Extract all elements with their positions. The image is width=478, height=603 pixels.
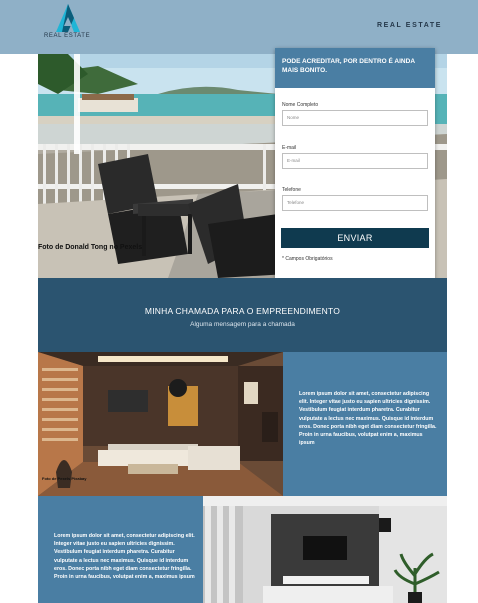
phone-input[interactable]: Telefone <box>282 195 428 211</box>
required-fields-note: * Campos Obrigatórios <box>282 256 333 262</box>
email-input[interactable]: E-mail <box>282 153 428 169</box>
name-input[interactable]: Nome <box>282 110 428 126</box>
cta-title: MINHA CHAMADA PARA O EMPREENDIMENTO <box>144 306 341 316</box>
tv-room-photo <box>203 496 447 603</box>
header-brand[interactable]: REAL ESTATE <box>377 22 442 29</box>
submit-button[interactable]: ENVIAR <box>281 228 429 248</box>
email-label: E-mail <box>282 145 297 151</box>
feature-text-1: Lorem ipsum dolor sit amet, consectetur … <box>283 352 447 496</box>
phone-label: Telefone <box>282 187 301 193</box>
feature-photo-credit: Foto de Pexels Pixabay <box>42 476 87 481</box>
logo-icon <box>56 4 80 32</box>
logo-text: REAL ESTATE <box>44 33 91 39</box>
hero-photo-credit: Foto de Donald Tong no Pexels <box>38 244 143 251</box>
cta-band: MINHA CHAMADA PARA O EMPREENDIMENTO Algu… <box>38 278 447 352</box>
cta-subtitle: Alguma mensagem para a chamada <box>190 321 295 328</box>
site-header: REAL ESTATE REAL ESTATE <box>0 0 478 54</box>
name-label: Nome Completo <box>282 102 319 108</box>
living-room-photo <box>38 352 283 496</box>
tv-room-image <box>203 496 447 603</box>
living-room-image <box>38 352 283 496</box>
form-title: PODE ACREDITAR, POR DENTRO É AINDA MAIS … <box>275 48 435 88</box>
feature-text-2: Lorem ipsum dolor sit amet, consectetur … <box>38 496 203 603</box>
lead-form: PODE ACREDITAR, POR DENTRO É AINDA MAIS … <box>275 48 435 284</box>
